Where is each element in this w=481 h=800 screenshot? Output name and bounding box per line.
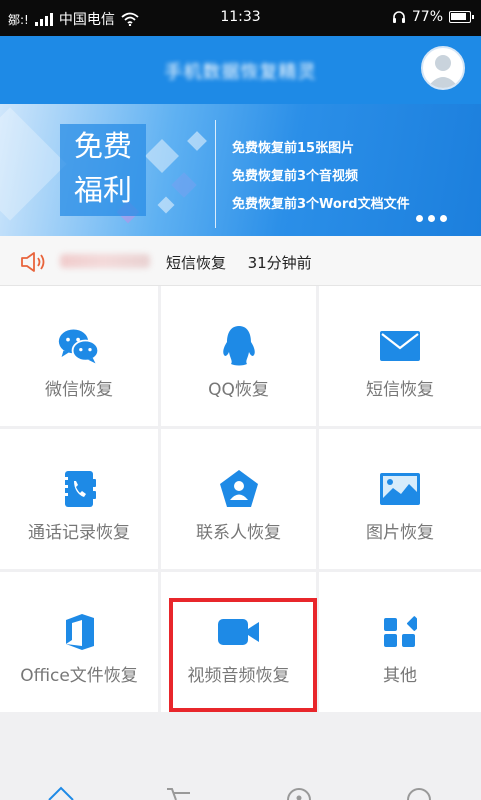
battery-percent: 77% <box>411 9 443 25</box>
wechat-icon <box>57 324 101 368</box>
tile-wechat-recovery[interactable]: 微信恢复 <box>0 286 161 429</box>
tile-picture-recovery[interactable]: 图片恢复 <box>319 429 481 572</box>
qq-penguin-icon <box>217 324 261 368</box>
picture-icon <box>378 467 422 511</box>
function-grid: 微信恢复 QQ恢复 短信恢复 通话记录恢复 联系人恢复 图片恢复 Office文… <box>0 286 481 715</box>
status-bar: 鄒:! 中国电信 11:33 77% <box>0 0 481 36</box>
tile-label: 微信恢复 <box>45 380 113 400</box>
speaker-icon <box>21 252 45 272</box>
carousel-dots[interactable] <box>416 215 447 222</box>
tile-call-log-recovery[interactable]: 通话记录恢复 <box>0 429 161 572</box>
tile-contacts-recovery[interactable]: 联系人恢复 <box>161 429 319 572</box>
bottom-nav <box>0 784 481 800</box>
highlight-box <box>169 598 317 712</box>
envelope-icon <box>378 324 422 368</box>
promo-title: 免费 福利 <box>60 124 146 216</box>
notice-action: 短信恢复 <box>166 254 227 272</box>
app-title: 手机数据恢复精灵 <box>164 62 317 83</box>
banner-decoration <box>145 139 179 173</box>
benefit-item: 免费恢复前15张图片 <box>232 140 355 156</box>
tile-label: 其他 <box>383 666 417 686</box>
banner-decoration <box>157 196 175 214</box>
tile-office-recovery[interactable]: Office文件恢复 <box>0 572 161 715</box>
blurred-user-name <box>60 254 150 268</box>
avatar[interactable] <box>421 46 465 90</box>
promo-banner[interactable]: 免费 福利 免费恢复前15张图片 免费恢复前3个音视频 免费恢复前3个Word文… <box>0 104 481 236</box>
office-icon <box>57 610 101 654</box>
promo-line1: 免费 <box>73 129 132 163</box>
banner-decoration <box>171 172 197 198</box>
carousel-dot[interactable] <box>416 215 423 222</box>
benefit-list: 免费恢复前15张图片 免费恢复前3个音视频 免费恢复前3个Word文档文件 <box>232 132 410 216</box>
banner-divider <box>215 120 216 228</box>
banner-decoration <box>0 107 67 221</box>
apps-grid-icon <box>378 610 422 654</box>
banner-decoration <box>187 131 207 151</box>
benefit-item: 免费恢复前3个音视频 <box>232 168 359 184</box>
tile-other-recovery[interactable]: 其他 <box>319 572 481 715</box>
cart-icon[interactable] <box>164 784 194 800</box>
status-right: 77% <box>392 9 474 25</box>
tile-video-audio-recovery[interactable]: 视频音频恢复 <box>161 572 319 715</box>
profile-icon[interactable] <box>404 784 434 800</box>
phone-book-icon <box>57 467 101 511</box>
tile-qq-recovery[interactable]: QQ恢复 <box>161 286 319 429</box>
benefit-item: 免费恢复前3个Word文档文件 <box>232 196 410 212</box>
app-header: 手机数据恢复精灵 <box>0 36 481 104</box>
carousel-dot[interactable] <box>428 215 435 222</box>
tile-label: QQ恢复 <box>208 380 269 400</box>
promo-line2: 福利 <box>73 173 132 207</box>
tile-label: 联系人恢复 <box>196 523 281 543</box>
battery-icon <box>449 11 474 23</box>
notice-time: 31分钟前 <box>247 254 312 272</box>
carousel-dot[interactable] <box>440 215 447 222</box>
notice-message: 短信恢复 31分钟前 <box>166 252 312 273</box>
tile-label: 通话记录恢复 <box>28 523 130 543</box>
compass-icon[interactable] <box>284 784 314 800</box>
notice-bar: 短信恢复 31分钟前 <box>0 236 481 286</box>
headphone-icon <box>392 11 405 23</box>
tile-label: Office文件恢复 <box>20 666 138 686</box>
tile-label: 图片恢复 <box>366 523 434 543</box>
user-icon <box>427 55 459 88</box>
contact-person-icon <box>217 467 261 511</box>
home-icon[interactable] <box>46 784 76 800</box>
tile-label: 短信恢复 <box>366 380 434 400</box>
tile-sms-recovery[interactable]: 短信恢复 <box>319 286 481 429</box>
